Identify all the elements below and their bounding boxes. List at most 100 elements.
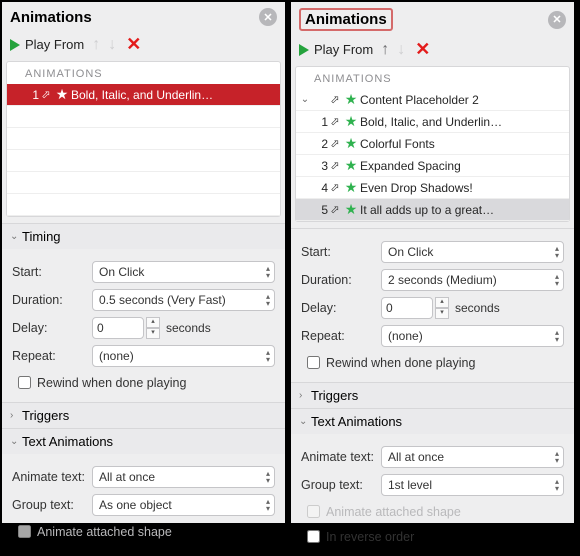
group-text-value: As one object	[99, 498, 172, 512]
delay-stepper[interactable]: ▴▾	[435, 297, 449, 319]
delay-unit: seconds	[166, 321, 211, 335]
move-down-icon[interactable]: ↓	[108, 36, 116, 54]
timing-label: Timing	[22, 229, 61, 244]
delay-label: Delay:	[12, 321, 92, 335]
list-row-empty	[7, 194, 280, 216]
item-number: 4	[314, 181, 328, 195]
text-animations-label: Text Animations	[22, 434, 113, 449]
reverse-order-row[interactable]: In reverse order	[303, 527, 564, 546]
panel-title: Animations	[10, 9, 92, 26]
close-icon[interactable]: ✕	[548, 11, 566, 29]
move-down-icon[interactable]: ↓	[397, 41, 405, 59]
rewind-checkbox-row[interactable]: Rewind when done playing	[303, 353, 564, 372]
delay-label: Delay:	[301, 301, 381, 315]
duration-label: Duration:	[12, 293, 92, 307]
triggers-section-header[interactable]: ›Triggers	[291, 383, 574, 408]
play-from-button[interactable]: Play From	[25, 37, 84, 52]
rewind-checkbox[interactable]	[307, 356, 320, 369]
text-animations-section-header[interactable]: ⌄Text Animations	[2, 429, 285, 454]
repeat-select[interactable]: (none)▴▾	[92, 345, 275, 367]
duration-label: Duration:	[301, 273, 381, 287]
rewind-checkbox[interactable]	[18, 376, 31, 389]
triggers-label: Triggers	[22, 408, 69, 423]
item-number: 1	[314, 115, 328, 129]
item-label: Colorful Fonts	[360, 137, 565, 151]
start-select[interactable]: On Click▴▾	[92, 261, 275, 283]
animation-item[interactable]: 3⬀★Expanded Spacing	[296, 155, 569, 177]
animate-text-label: Animate text:	[301, 450, 381, 464]
cursor-icon: ⬀	[39, 88, 53, 101]
timing-section-header[interactable]: ⌄Timing	[2, 224, 285, 249]
cursor-icon: ⬀	[328, 93, 342, 106]
animation-item[interactable]: 1 ⬀ ★ Bold, Italic, and Underlin…	[7, 84, 280, 106]
item-label: Content Placeholder 2	[360, 93, 565, 107]
repeat-select[interactable]: (none)▴▾	[381, 325, 564, 347]
list-row-empty	[7, 106, 280, 128]
group-text-select[interactable]: As one object▴▾	[92, 494, 275, 516]
item-number: 3	[314, 159, 328, 173]
animate-attached-label: Animate attached shape	[37, 525, 172, 539]
item-label: Bold, Italic, and Underlin…	[71, 88, 276, 102]
animate-text-value: All at once	[99, 470, 155, 484]
play-from-button[interactable]: Play From	[314, 42, 373, 57]
repeat-label: Repeat:	[301, 329, 381, 343]
animations-list-header: ANIMATIONS	[296, 67, 569, 89]
animation-item[interactable]: 1⬀★Bold, Italic, and Underlin…	[296, 111, 569, 133]
item-label: Bold, Italic, and Underlin…	[360, 115, 565, 129]
animate-text-select[interactable]: All at once▴▾	[92, 466, 275, 488]
reverse-order-checkbox[interactable]	[307, 530, 320, 543]
triggers-section-header[interactable]: ›Triggers	[2, 403, 285, 428]
text-animations-label: Text Animations	[311, 414, 402, 429]
duration-value: 0.5 seconds (Very Fast)	[99, 293, 226, 307]
delete-icon[interactable]: ✕	[126, 34, 141, 55]
delay-stepper[interactable]: ▴▾	[146, 317, 160, 339]
item-label: It all adds up to a great…	[360, 203, 565, 217]
play-icon[interactable]	[10, 39, 20, 51]
delete-icon[interactable]: ✕	[415, 39, 430, 60]
group-text-select[interactable]: 1st level▴▾	[381, 474, 564, 496]
group-text-label: Group text:	[301, 478, 381, 492]
rewind-checkbox-row[interactable]: Rewind when done playing	[14, 373, 275, 392]
start-select[interactable]: On Click▴▾	[381, 241, 564, 263]
group-text-label: Group text:	[12, 498, 92, 512]
animation-parent-item[interactable]: ⌄ ⬀ ★ Content Placeholder 2	[296, 89, 569, 111]
repeat-label: Repeat:	[12, 349, 92, 363]
delay-value: 0	[386, 301, 393, 315]
animate-text-select[interactable]: All at once▴▾	[381, 446, 564, 468]
delay-value: 0	[97, 321, 104, 335]
duration-select[interactable]: 2 seconds (Medium)▴▾	[381, 269, 564, 291]
animation-item[interactable]: 4⬀★Even Drop Shadows!	[296, 177, 569, 199]
start-value: On Click	[99, 265, 144, 279]
animate-attached-checkbox	[307, 505, 320, 518]
move-up-icon[interactable]: ↑	[92, 36, 100, 54]
animate-attached-row: Animate attached shape	[303, 502, 564, 521]
list-row-empty	[7, 150, 280, 172]
animation-item[interactable]: 2⬀★Colorful Fonts	[296, 133, 569, 155]
delay-input[interactable]: 0	[92, 317, 144, 339]
group-text-value: 1st level	[388, 478, 432, 492]
triggers-label: Triggers	[311, 388, 358, 403]
delay-input[interactable]: 0	[381, 297, 433, 319]
text-animations-section-header[interactable]: ⌄Text Animations	[291, 409, 574, 434]
delay-unit: seconds	[455, 301, 500, 315]
panel-title: Animations	[299, 8, 393, 31]
list-row-empty	[7, 172, 280, 194]
rewind-label: Rewind when done playing	[326, 356, 475, 370]
animate-attached-label: Animate attached shape	[326, 505, 461, 519]
repeat-value: (none)	[388, 329, 423, 343]
animations-list-header: ANIMATIONS	[7, 62, 280, 84]
start-label: Start:	[301, 245, 381, 259]
animation-item[interactable]: 5⬀★It all adds up to a great…	[296, 199, 569, 221]
move-up-icon[interactable]: ↑	[381, 41, 389, 59]
item-label: Even Drop Shadows!	[360, 181, 565, 195]
animate-attached-checkbox	[18, 525, 31, 538]
play-icon[interactable]	[299, 44, 309, 56]
rewind-label: Rewind when done playing	[37, 376, 186, 390]
reverse-order-label: In reverse order	[326, 530, 414, 544]
item-number: 1	[25, 88, 39, 102]
chevron-down-icon[interactable]: ⌄	[296, 94, 314, 105]
star-icon: ★	[53, 86, 71, 103]
star-icon: ★	[342, 91, 360, 108]
duration-select[interactable]: 0.5 seconds (Very Fast)▴▾	[92, 289, 275, 311]
close-icon[interactable]: ✕	[259, 8, 277, 26]
